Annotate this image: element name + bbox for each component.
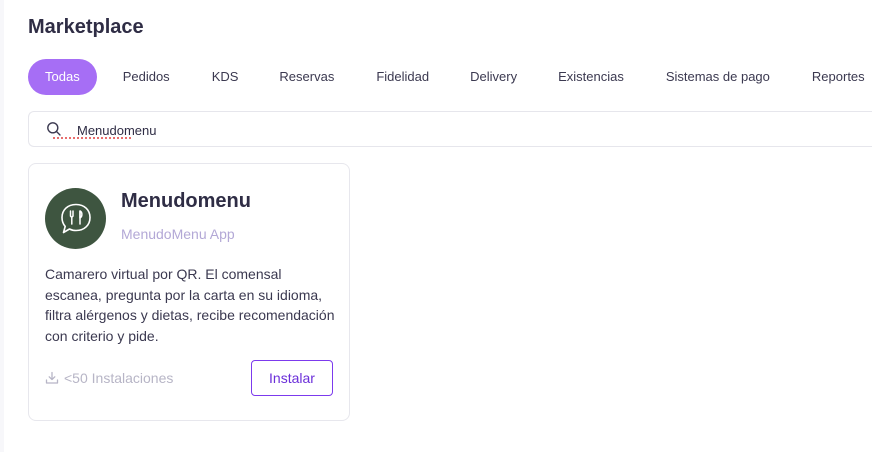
app-description: Camarero virtual por QR. El comensal esc… <box>45 266 335 344</box>
install-button[interactable]: Instalar <box>251 360 333 396</box>
app-name: Menudomenu <box>121 190 251 212</box>
tab-reservas[interactable]: Reservas <box>279 59 334 95</box>
app-logo <box>45 188 106 249</box>
tab-delivery[interactable]: Delivery <box>470 59 517 95</box>
tab-fidelidad[interactable]: Fidelidad <box>376 59 429 95</box>
install-count: <50 Instalaciones <box>45 370 173 386</box>
fork-speech-icon <box>60 203 91 233</box>
install-count-label: <50 Instalaciones <box>64 370 174 386</box>
tab-reportes[interactable]: Reportes <box>812 59 865 95</box>
tab-todas[interactable]: Todas <box>28 59 97 95</box>
page-title: Marketplace <box>28 16 144 38</box>
marketplace-page: Marketplace Todas Pedidos KDS Reservas F… <box>4 0 872 452</box>
app-subtitle: MenudoMenu App <box>121 226 235 242</box>
tab-existencias[interactable]: Existencias <box>558 59 624 95</box>
search-box <box>28 111 872 147</box>
search-icon <box>46 121 62 137</box>
tab-kds[interactable]: KDS <box>212 59 239 95</box>
app-card: Menudomenu MenudoMenu App Camarero virtu… <box>28 163 350 421</box>
tab-sistemas-de-pago[interactable]: Sistemas de pago <box>666 59 770 95</box>
category-tabs: Todas Pedidos KDS Reservas Fidelidad Del… <box>28 59 865 95</box>
spellcheck-underline <box>52 136 132 140</box>
tab-pedidos[interactable]: Pedidos <box>123 59 170 95</box>
download-icon <box>45 371 59 384</box>
